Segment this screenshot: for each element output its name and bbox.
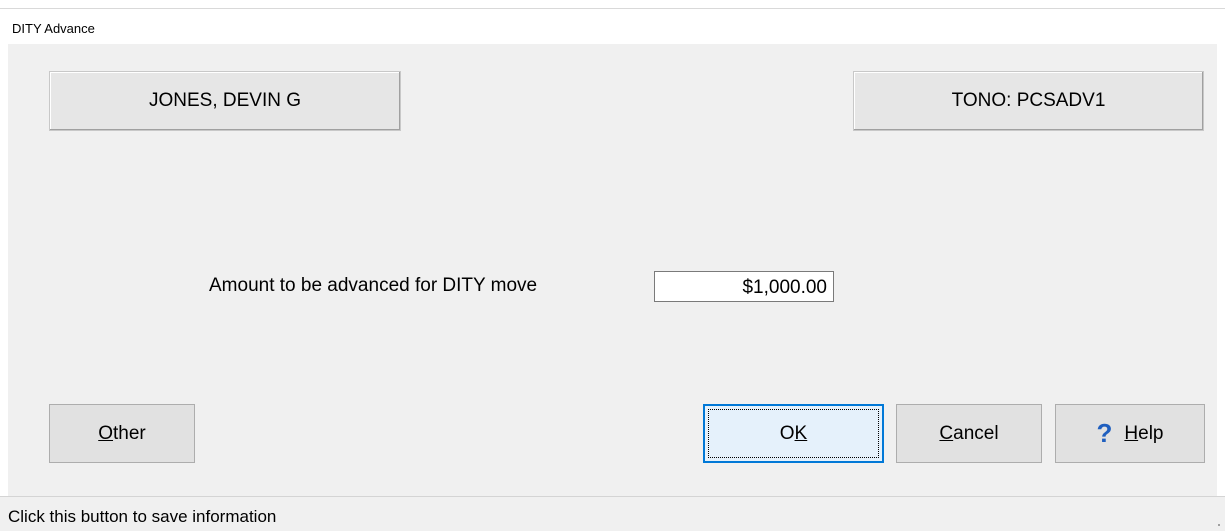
window-title: DITY Advance bbox=[12, 21, 95, 36]
amount-field[interactable] bbox=[654, 271, 834, 302]
ok-label-pre: O bbox=[779, 422, 795, 444]
help-question-icon: ? bbox=[1096, 418, 1113, 448]
title-bar[interactable]: DITY Advance bbox=[0, 8, 1225, 45]
ok-accel: K bbox=[794, 422, 808, 444]
tono-box: TONO: PCSADV1 bbox=[853, 71, 1204, 131]
ok-button[interactable]: OK bbox=[703, 404, 884, 463]
tono-label: TONO: PCSADV1 bbox=[951, 90, 1106, 111]
help-accel: H bbox=[1124, 422, 1139, 444]
member-name: JONES, DEVIN G bbox=[148, 90, 302, 111]
other-accel: O bbox=[98, 422, 114, 444]
status-text: Click this button to save information bbox=[8, 507, 277, 526]
amount-label: Amount to be advanced for DITY move bbox=[209, 275, 538, 296]
other-label-rest: ther bbox=[113, 422, 146, 444]
status-bar: Click this button to save information bbox=[0, 496, 1225, 531]
member-name-box: JONES, DEVIN G bbox=[49, 71, 401, 131]
resize-grip-icon[interactable] bbox=[1211, 517, 1221, 527]
cancel-accel: C bbox=[939, 422, 954, 444]
help-label-rest: elp bbox=[1138, 422, 1164, 444]
cancel-label-rest: ancel bbox=[953, 422, 999, 444]
dity-advance-window: DITY Advance JONES, DEVIN G TONO: PCSADV… bbox=[0, 0, 1225, 531]
help-button[interactable]: ? Help bbox=[1055, 404, 1205, 463]
other-button[interactable]: Other bbox=[49, 404, 195, 463]
cancel-button[interactable]: Cancel bbox=[896, 404, 1042, 463]
